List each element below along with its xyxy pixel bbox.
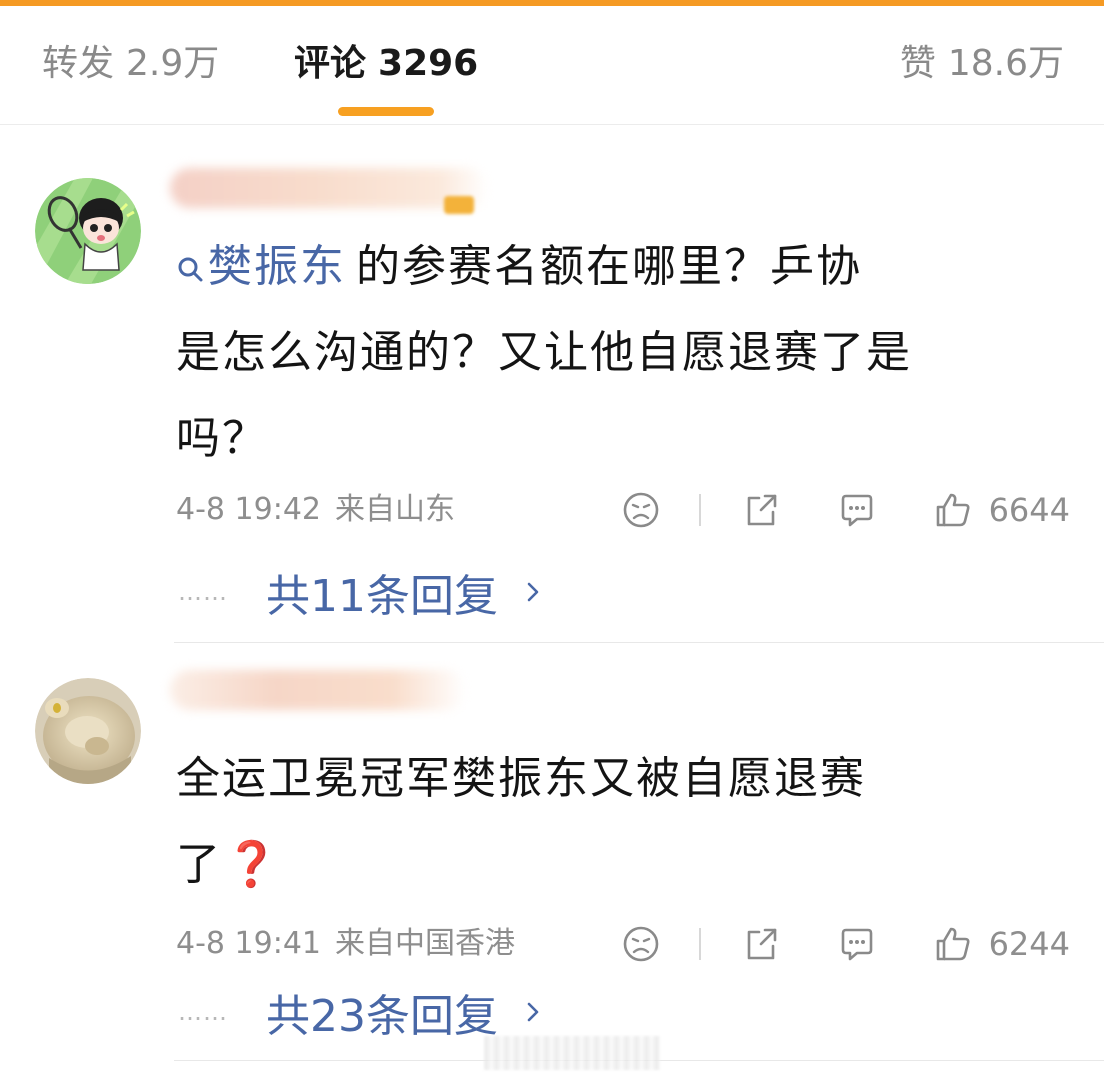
comment-divider (174, 642, 1104, 643)
comment-location: 来自中国香港 (335, 926, 515, 961)
topic-label: 樊振东 (208, 241, 346, 292)
comment-text-line: 了 (176, 839, 222, 890)
active-tab-indicator (338, 107, 434, 116)
comment-text-line: 全运卫冕冠军樊振东又被自愿退赛 (176, 753, 866, 804)
comment-bubble-icon[interactable] (837, 924, 877, 964)
like-count: 6244 (988, 925, 1070, 963)
blurred-username (170, 168, 488, 208)
dislike-face-icon[interactable] (621, 924, 661, 964)
comment-item: 全运卫冕冠军樊振东又被自愿退赛 了❓ 4-8 19:41 来自中国香港 6244… (0, 646, 1104, 1066)
tab-repost-count: 2.9万 (126, 43, 220, 84)
comment-time: 4-8 19:41 (176, 926, 321, 961)
like-count: 6644 (988, 491, 1070, 529)
tab-like[interactable]: 赞 18.6万 (900, 40, 1064, 88)
tab-bar: 转发 2.9万 评论 3296 赞 18.6万 (0, 6, 1104, 125)
user-badge-icon (444, 196, 474, 214)
replies-count-label: 共23条回复 (266, 991, 498, 1042)
thumbs-up-icon[interactable] (933, 924, 973, 964)
comment-item: 樊振东 的参赛名额在哪里？乒协 是怎么沟通的？又让他自愿退赛了是 吗？ 4-8 1… (0, 132, 1104, 644)
blurred-watermark (484, 1036, 660, 1070)
comment-text: 全运卫冕冠军樊振东又被自愿退赛 了❓ (176, 736, 1076, 908)
view-replies-link[interactable]: …… 共23条回复 (178, 982, 540, 1042)
share-icon[interactable] (741, 924, 781, 964)
dislike-face-icon[interactable] (621, 490, 661, 530)
comment-page: 转发 2.9万 评论 3296 赞 18.6万 樊振东 的参赛名额在哪里？乒协 … (0, 6, 1104, 1080)
chevron-right-icon (527, 582, 539, 602)
plush-toy-avatar-icon (35, 678, 141, 784)
action-divider (698, 494, 701, 526)
share-icon[interactable] (741, 490, 781, 530)
topic-link[interactable]: 樊振东 (176, 241, 346, 292)
tab-comment[interactable]: 评论 3296 (294, 40, 478, 88)
tab-like-label: 赞 (899, 43, 936, 84)
comment-bubble-icon[interactable] (837, 490, 877, 530)
tab-like-count: 18.6万 (947, 43, 1064, 84)
tab-repost[interactable]: 转发 2.9万 (42, 40, 219, 88)
avatar[interactable] (35, 678, 141, 784)
reply-dots: …… (178, 578, 228, 606)
question-mark-emoji-icon: ❓ (224, 839, 281, 890)
comment-meta: 4-8 19:42 来自山东 (176, 490, 455, 530)
search-icon (178, 257, 203, 282)
comment-location: 来自山东 (335, 492, 455, 527)
thumbs-up-icon[interactable] (933, 490, 973, 530)
comment-actions: 6244 (621, 922, 1070, 966)
comment-actions: 6644 (621, 488, 1070, 532)
comment-text-line: 是怎么沟通的？又让他自愿退赛了是 (176, 327, 912, 378)
action-divider (698, 928, 701, 960)
comment-text: 樊振东 的参赛名额在哪里？乒协 是怎么沟通的？又让他自愿退赛了是 吗？ (176, 224, 1076, 482)
comment-meta: 4-8 19:41 来自中国香港 (176, 924, 515, 964)
comment-text-line: 的参赛名额在哪里？乒协 (356, 241, 862, 292)
comment-time: 4-8 19:42 (176, 492, 321, 527)
replies-count-label: 共11条回复 (266, 571, 498, 622)
avatar[interactable] (35, 178, 141, 284)
tab-comment-count: 3296 (378, 43, 479, 84)
cartoon-boy-avatar-icon (35, 178, 141, 284)
blurred-username (170, 670, 466, 710)
comment-text-line: 吗？ (176, 413, 268, 464)
view-replies-link[interactable]: …… 共11条回复 (178, 562, 540, 622)
reply-dots: …… (178, 998, 228, 1026)
tab-repost-label: 转发 (42, 43, 115, 84)
chevron-right-icon (527, 1002, 539, 1022)
tab-comment-label: 评论 (294, 43, 367, 84)
